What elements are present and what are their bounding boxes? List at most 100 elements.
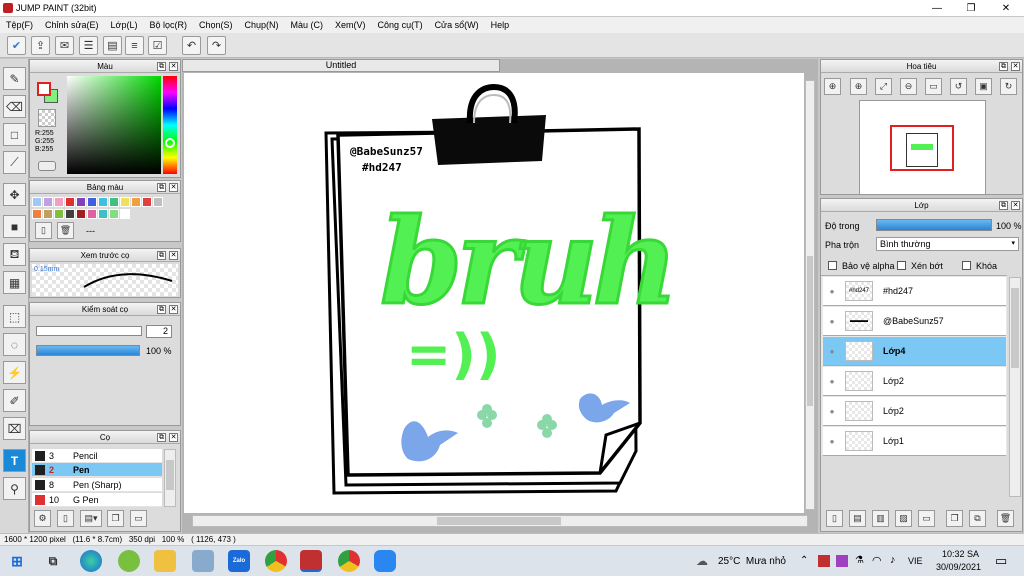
panel-close-icon[interactable]: ✕ [1011,62,1020,71]
layer-list-scrollbar[interactable] [1009,277,1021,497]
visibility-icon[interactable]: ● [823,377,841,386]
merge-layer-icon[interactable]: ⧉ [969,510,986,527]
brush-folder-icon[interactable]: ▭ [130,510,147,527]
select-pen-icon[interactable]: ✐ [3,389,26,412]
navigator-thumbnail[interactable] [859,100,986,195]
zalo-icon[interactable]: Zalo [228,550,250,572]
brush-item[interactable]: 8 Pen (Sharp) [32,478,162,492]
canvas-hscrollbar[interactable] [192,515,808,527]
layer-folder-icon[interactable]: ▭ [918,510,935,527]
panel-close-icon[interactable]: ✕ [169,305,178,314]
brush-settings-icon[interactable]: ⚙ [34,510,51,527]
transparent-swatch[interactable] [38,109,56,127]
palette-swatch[interactable] [43,208,53,219]
palette-swatch[interactable] [54,208,64,219]
share-icon[interactable]: ⇪ [31,36,50,55]
menu-capture[interactable]: Chụp(N) [239,20,285,30]
weather-icon[interactable]: ☁ [696,554,708,568]
file-explorer-icon[interactable] [154,550,176,572]
palette-swatch[interactable] [142,197,152,207]
saturation-value-picker[interactable] [67,76,161,174]
menu-view[interactable]: Xem(V) [329,20,372,30]
brush-menu-icon[interactable]: ▤▾ [80,510,102,527]
palette-swatch[interactable] [120,197,130,207]
panel-float-icon[interactable]: ⧉ [999,201,1008,210]
chevron-up-icon[interactable]: ⌃ [800,555,808,566]
size-value-box[interactable]: 2 [146,325,172,338]
new-palette-icon[interactable]: ▯ [35,222,52,239]
menu-edit[interactable]: Chỉnh sửa(E) [39,20,105,30]
lock-checkbox[interactable] [962,261,971,270]
fg-color-swatch[interactable] [37,82,51,96]
jump-paint-taskbar-icon[interactable] [300,550,322,572]
panel-close-icon[interactable]: ✕ [1011,201,1020,210]
edge-icon[interactable] [80,550,102,572]
document-canvas[interactable]: bruh =)) @BabeSunz57 #hd247 [184,73,804,513]
zoom-icon[interactable] [374,550,396,572]
eraser-tool-icon[interactable]: ⌫ [3,95,26,118]
layer-text-icon[interactable]: ▥ [872,510,889,527]
visibility-icon[interactable]: ● [823,407,841,416]
brush-item-selected[interactable]: 2 Pen [32,463,162,477]
volume-icon[interactable]: ♪ [890,554,896,566]
menu-file[interactable]: Tệp(F) [0,20,39,30]
protect-alpha-checkbox[interactable] [828,261,837,270]
maximize-button[interactable]: ❐ [954,0,988,16]
wifi-icon[interactable]: ◠ [872,554,882,567]
fill-rect-tool-icon[interactable]: ■ [3,215,26,238]
magic-wand-icon[interactable]: ⚡ [3,361,26,384]
layer-row[interactable]: ● Lớp2 [823,397,1006,426]
document-icon[interactable]: ▤ [103,36,122,55]
panel-float-icon[interactable]: ⧉ [157,433,166,442]
panel-close-icon[interactable]: ✕ [169,183,178,192]
panel-float-icon[interactable]: ⧉ [999,62,1008,71]
clock-time[interactable]: 10:32 SA [942,549,979,559]
palette-swatch[interactable] [87,208,97,219]
bucket-tool-icon[interactable]: ⛾ [3,243,26,266]
menu-filter[interactable]: Bộ lọc(R) [143,20,193,30]
windows-start-icon[interactable]: ⊞ [6,550,28,572]
menu-help[interactable]: Help [485,20,516,30]
menu-select[interactable]: Chọn(S) [193,20,239,30]
color-options-button[interactable] [38,161,56,171]
list-icon[interactable]: ≡ [125,36,144,55]
copy-brush-icon[interactable]: ❐ [107,510,124,527]
layer-row[interactable]: ● Lớp1 [823,427,1006,456]
panel-float-icon[interactable]: ⧉ [157,62,166,71]
palette-swatch[interactable] [98,197,108,207]
panel-close-icon[interactable]: ✕ [169,62,178,71]
delete-layer-icon[interactable]: 🗑 [997,510,1014,527]
panel-close-icon[interactable]: ✕ [169,433,178,442]
select-rect-icon[interactable]: ⬚ [3,305,26,328]
palette-swatch[interactable] [109,197,119,207]
brush-item[interactable]: 10 G Pen [32,493,162,507]
new-layer-alt-icon[interactable]: ▤ [849,510,866,527]
opacity-slider[interactable] [36,345,140,356]
brush-tool-icon[interactable]: ✎ [3,67,26,90]
menu-tools[interactable]: Công cụ(T) [372,20,429,30]
layer-row-selected[interactable]: ● Lớp4 [823,337,1006,366]
checklist-icon[interactable]: ☑ [148,36,167,55]
document-tab[interactable]: Untitled [182,59,500,72]
visibility-icon[interactable]: ● [823,437,841,446]
menu-layer[interactable]: Lớp(L) [105,20,144,30]
hue-slider[interactable] [163,76,177,174]
lasso-icon[interactable]: ◌ [3,333,26,356]
text-tool-icon[interactable]: T [3,449,26,472]
chat-icon[interactable]: ☰ [79,36,98,55]
brush-list-scrollbar[interactable] [164,449,176,507]
rect-tool-icon[interactable]: □ [3,123,26,146]
language-indicator[interactable]: VIE [908,556,923,566]
layer-row[interactable]: ● Lớp2 [823,367,1006,396]
clock-date[interactable]: 30/09/2021 [936,562,981,572]
clip-checkbox[interactable] [897,261,906,270]
undo-icon[interactable]: ↶ [182,36,201,55]
fit-icon[interactable]: ⤢ [875,78,892,95]
layer-opacity-slider[interactable] [876,219,992,231]
palette-swatch[interactable] [98,208,108,219]
palette-swatch[interactable] [120,208,130,219]
hue-handle[interactable] [165,138,175,148]
gradient-tool-icon[interactable]: ▦ [3,271,26,294]
zoom-in-alt-icon[interactable]: ⊕ [850,78,867,95]
palette-swatch[interactable] [87,197,97,207]
